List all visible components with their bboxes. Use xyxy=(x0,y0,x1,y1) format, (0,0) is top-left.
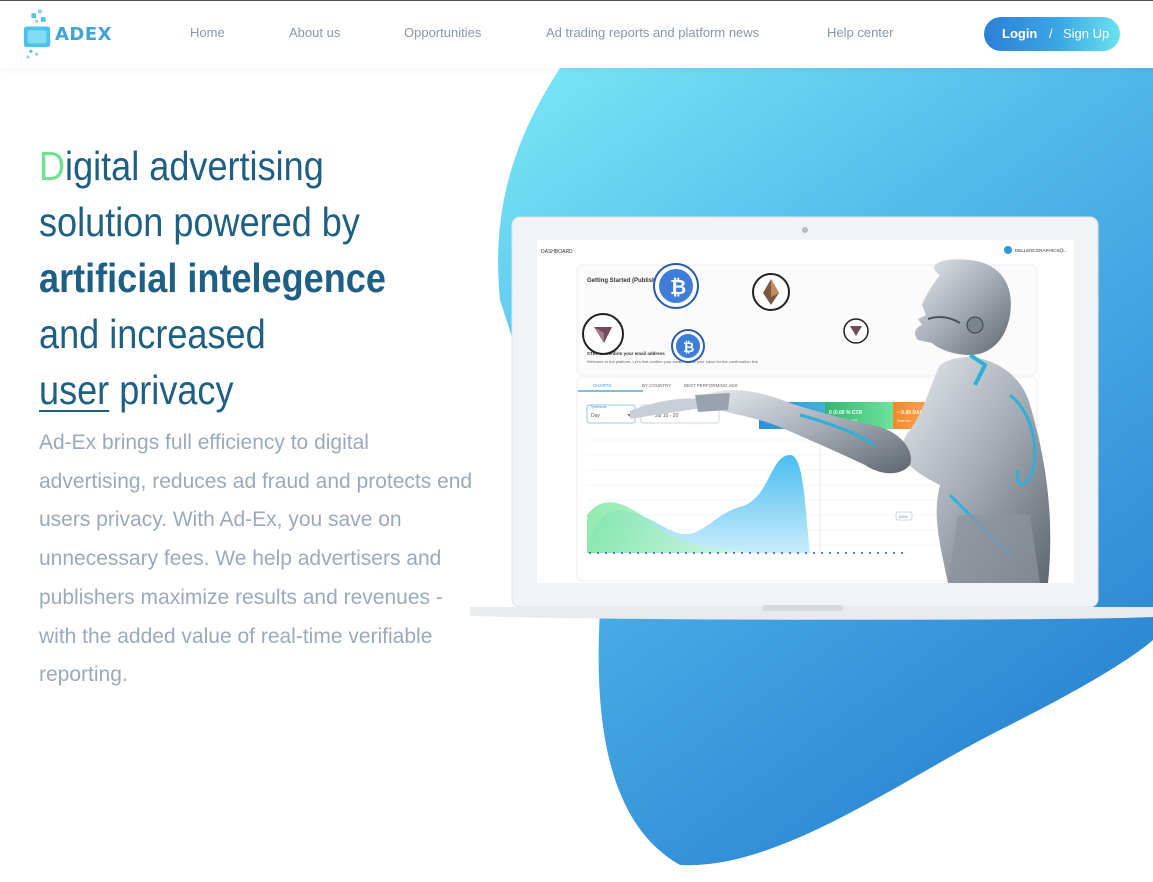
dashboard-header-label: DASHBOARD xyxy=(541,249,573,255)
welcome-text: Welcome to the platform. Let's first con… xyxy=(587,359,759,364)
nav-about-us[interactable]: About us xyxy=(289,25,340,40)
logo-text: ADEX xyxy=(54,23,112,45)
timeframe-value: Day xyxy=(591,413,600,419)
hero-title-underlined-word: user xyxy=(39,367,110,413)
nav-ad-trading-reports[interactable]: Ad trading reports and platform news xyxy=(546,25,759,40)
auth-separator: / xyxy=(1049,26,1053,41)
laptop-notch xyxy=(763,605,843,611)
stat-ctr-value: 0 (0.00 % CTR xyxy=(829,410,862,416)
nav-home[interactable]: Home xyxy=(190,25,225,40)
hero-title-line5: privacy xyxy=(109,367,234,413)
signup-button[interactable]: Sign Up xyxy=(1063,26,1109,41)
stat-revenue-value: ~ 0.00 DAI xyxy=(897,410,922,416)
timeframe-label: Timeframe xyxy=(590,405,607,409)
user-avatar[interactable] xyxy=(1004,246,1012,254)
ethereum-coin-left-icon xyxy=(582,313,624,355)
hero-section: Digital advertising solution powered by … xyxy=(39,138,472,695)
hero-title: Digital advertising solution powered by … xyxy=(39,138,470,418)
laptop-camera xyxy=(802,227,808,233)
dashboard-user-label[interactable]: DELLENCGRAPHICS@... xyxy=(1015,248,1068,253)
nav-help-center[interactable]: Help center xyxy=(827,25,893,40)
bitcoin-coin-icon: ₿ xyxy=(653,263,699,309)
tab-best-performing-ads[interactable]: BEST PERFORMING ADS xyxy=(684,383,738,388)
hero-title-line3: artificial intelegence xyxy=(39,255,386,301)
laptop-illustration: DASHBOARD DELLENCGRAPHICS@... Getting St… xyxy=(470,216,1153,620)
site-header: ADEX Home About us Opportunities Ad trad… xyxy=(0,1,1153,68)
stat-revenue-label: Total rev... xyxy=(897,419,913,423)
ethereum-coin-small-icon xyxy=(843,318,869,344)
dashboard-header xyxy=(537,240,1074,260)
hero-title-line4: and increased xyxy=(39,311,266,357)
hero-description: Ad-Ex brings full efficiency to digital … xyxy=(39,431,473,687)
adex-logo-icon xyxy=(23,9,51,59)
login-button[interactable]: Login xyxy=(1002,26,1037,41)
now-label: NOW xyxy=(899,515,908,519)
tab-by-country[interactable]: BY COUNTRY xyxy=(642,383,671,388)
bitcoin-coin-small-icon: ₿ xyxy=(671,329,705,363)
svg-text:₿: ₿ xyxy=(683,340,694,356)
auth-button: Login / Sign Up xyxy=(984,17,1120,51)
logo[interactable]: ADEX xyxy=(22,6,112,62)
hero-title-line1: igital advertising xyxy=(65,143,324,189)
hero-title-first-letter: D xyxy=(39,143,66,189)
getting-started-title: Getting Started (Publisher) xyxy=(587,278,663,284)
nav-opportunities[interactable]: Opportunities xyxy=(404,25,481,40)
svg-text:₿: ₿ xyxy=(670,275,686,299)
hero-title-line2: solution powered by xyxy=(39,199,360,245)
tab-charts[interactable]: CHARTS xyxy=(593,383,611,388)
ethereum-coin-icon xyxy=(752,273,790,311)
